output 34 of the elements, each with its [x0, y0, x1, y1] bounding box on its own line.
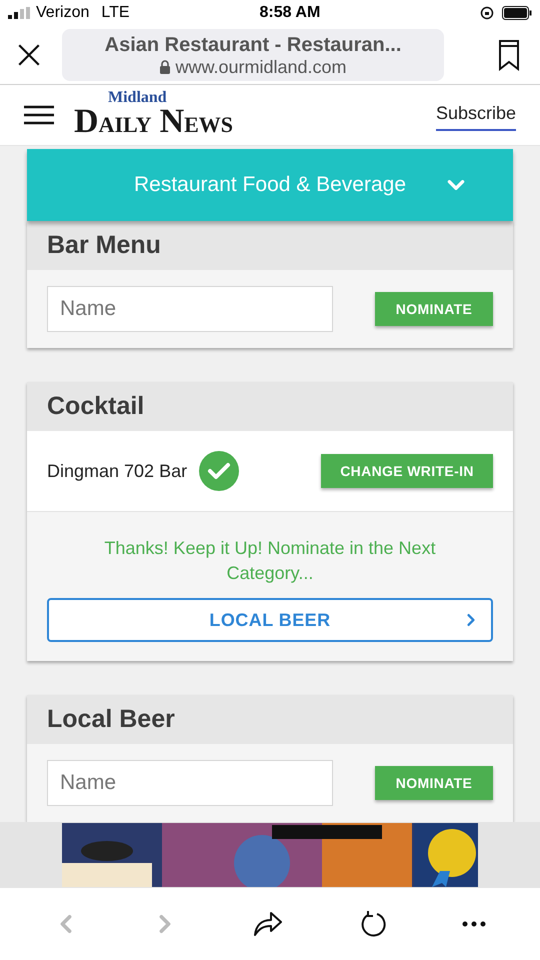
bookmark-icon[interactable] [498, 39, 520, 72]
more-icon[interactable] [462, 921, 486, 928]
group-title: Restaurant Food & Beverage [134, 172, 406, 198]
share-icon[interactable] [252, 911, 283, 938]
carrier-name: Verizon [36, 2, 90, 23]
clock-time: 8:58 AM [260, 2, 320, 23]
battery-icon [502, 6, 532, 20]
signal-icon [8, 6, 32, 19]
name-field[interactable]: Name [47, 286, 333, 332]
logo-word[interactable]: DAILY [74, 105, 152, 140]
category-group-bar[interactable]: Restaurant Food & Beverage [27, 149, 513, 222]
lock-icon [159, 60, 172, 74]
thanks-message: Thanks! Keep it Up! Nominate in the Next Category... [103, 537, 437, 586]
logo-word[interactable]: NEWS [160, 105, 234, 140]
page-title: Asian Restaurant - Restauran... [104, 33, 402, 58]
nominate-button[interactable]: NOMINATE [375, 766, 493, 800]
network-type: LTE [101, 2, 130, 23]
close-icon[interactable] [16, 42, 42, 68]
reload-icon[interactable] [358, 910, 387, 938]
category-title: Cocktail [47, 390, 144, 422]
nominate-button[interactable]: NOMINATE [375, 292, 493, 326]
rotation-lock-icon [480, 6, 494, 20]
category-title: Bar Menu [47, 230, 161, 261]
address-bar[interactable]: Asian Restaurant - Restauran... www.ourmidland.com [62, 29, 444, 82]
change-write-in-button[interactable]: CHANGE WRITE-IN [321, 454, 493, 488]
nominee-name: Dingman 702 Bar [47, 460, 188, 483]
next-category-button[interactable]: LOCAL BEER [47, 598, 493, 642]
logo-top-word: Midland [108, 91, 168, 106]
page-url: www.ourmidland.com [175, 57, 347, 78]
menu-icon[interactable] [24, 105, 54, 126]
check-icon [199, 451, 240, 492]
subscribe-link[interactable]: Subscribe [436, 100, 516, 131]
name-field[interactable]: Name [47, 760, 333, 806]
category-title: Local Beer [47, 704, 175, 735]
